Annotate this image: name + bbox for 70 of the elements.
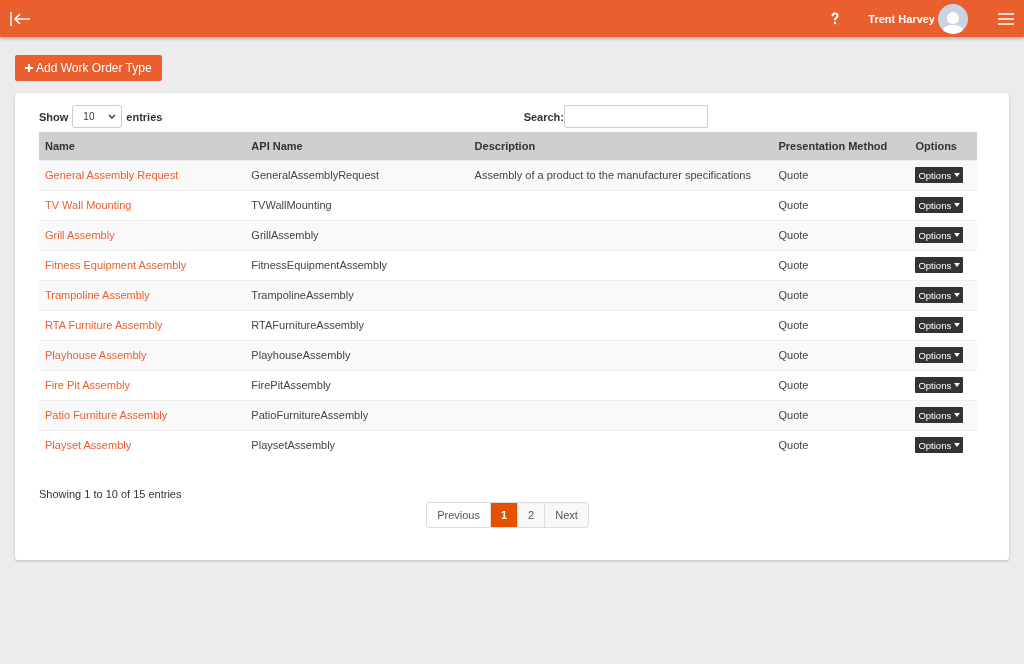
table-cell: TrampolineAssembly [251,289,354,301]
user-name: Trent Harvey [868,12,935,25]
pagination-button[interactable]: 2 [517,502,546,528]
avatar[interactable] [938,3,968,34]
table-cell: Quote [778,379,809,391]
name-link[interactable]: Fire Pit Assembly [45,379,130,391]
search-label: Search: [523,110,564,123]
table-cell: PlaysetAssembly [251,439,336,452]
options-button[interactable]: Options [915,197,964,213]
chevron-down-icon [108,114,117,119]
table-cell: Assembly of a product to the manufacturer specifications [474,169,751,181]
menu-button[interactable] [998,12,1014,25]
column-header[interactable]: Name [39,132,246,160]
table-cell: PatioFurnitureAssembly [251,409,369,421]
column-header[interactable]: Options [909,132,977,160]
column-header[interactable]: API Name [245,132,469,160]
table-cell: Quote [778,439,809,452]
name-link[interactable]: RTA Furniture Assembly [45,319,163,331]
caret-icon [954,203,961,207]
table-cell: Quote [778,169,809,181]
options-button[interactable]: Options [915,377,964,393]
table-cell: FitnessEquipmentAssembly [251,259,388,271]
table-cell: Quote [778,409,809,421]
caret-icon [954,263,961,267]
name-link[interactable]: Fitness Equipment Assembly [45,259,187,271]
options-button[interactable]: Options [915,407,964,423]
name-link[interactable]: TV Wall Mounting [45,199,132,211]
options-button[interactable]: Options [915,347,964,363]
table-cell: Quote [778,199,809,211]
caret-icon [954,443,961,448]
caret-icon [954,293,961,297]
table-cell: TVWallMounting [251,199,332,211]
options-button[interactable]: Options [915,317,964,333]
table-cell: RTAFurnitureAssembly [251,319,365,331]
caret-icon [954,173,961,177]
entries-label: entries [126,110,163,123]
page-size-select[interactable]: 10 [72,105,123,128]
table-cell: GrillAssembly [251,229,319,241]
menu-icon [998,12,1014,25]
help-button[interactable] [830,11,841,26]
caret-icon [954,233,961,237]
table-cell: Quote [778,349,809,361]
caret-icon [954,323,961,327]
pagination-button[interactable]: Next [544,502,589,528]
table-cell: Quote [778,319,809,331]
plus-icon [25,64,33,72]
question-mark-icon [830,11,841,26]
show-label: Show [39,110,69,123]
table-cell: Quote [778,229,809,241]
table-cell: FirePitAssembly [251,379,331,391]
back-button[interactable] [10,11,32,26]
options-button[interactable]: Options [915,227,964,243]
name-link[interactable]: Playset Assembly [45,439,132,452]
table-info: Showing 1 to 10 of 15 entries [39,488,183,500]
table-cell: Quote [778,259,809,271]
options-button[interactable]: Options [915,167,964,183]
pagination-button[interactable]: Previous [426,502,491,528]
caret-icon [954,353,961,357]
column-header[interactable]: Presentation Method [772,132,910,160]
collapse-left-icon [10,11,32,26]
table-cell: GeneralAssemblyRequest [251,169,380,181]
options-button[interactable]: Options [915,287,964,303]
table-cell: PlayhouseAssembly [251,349,351,361]
search-field[interactable] [564,105,708,128]
caret-icon [954,413,961,417]
options-button[interactable]: Options [915,257,964,273]
table-cell: Quote [778,289,809,301]
column-header[interactable]: Description [468,132,773,160]
caret-icon [954,383,961,387]
options-button[interactable]: Options [915,437,964,454]
